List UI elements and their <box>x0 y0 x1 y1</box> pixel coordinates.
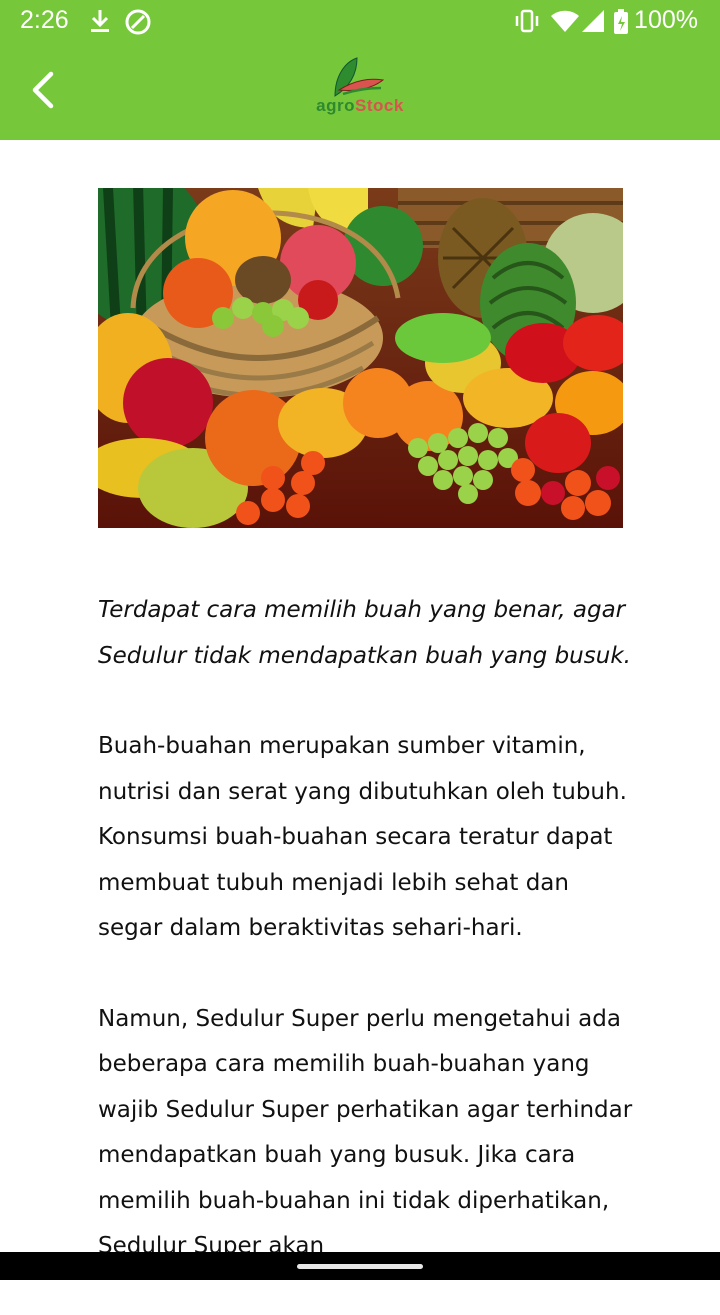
home-gesture-handle[interactable] <box>297 1264 423 1269</box>
wifi-icon <box>550 8 580 39</box>
status-bar: 2:26 100% <box>0 0 720 44</box>
vibrate-icon <box>514 8 540 39</box>
battery-percent: 100% <box>634 6 698 34</box>
system-nav-bar <box>0 1252 720 1280</box>
status-time: 2:26 <box>20 6 69 34</box>
back-button[interactable] <box>14 62 74 122</box>
logo-text-stock: Stock <box>355 96 404 115</box>
fruit-basket-image <box>98 188 623 528</box>
article-body: Terdapat cara memilih buah yang benar, a… <box>98 588 638 1315</box>
app-bar: agroStock <box>0 44 720 140</box>
leaf-logo-icon <box>334 57 385 97</box>
article-paragraph: Buah-buahan merupakan sumber vitamin, nu… <box>98 733 627 941</box>
chevron-left-icon <box>29 70 59 114</box>
logo-text-agro: agro <box>316 96 356 115</box>
signal-icon <box>582 8 606 39</box>
download-icon <box>88 8 112 39</box>
app-logo: agroStock <box>295 56 425 128</box>
battery-charging-icon <box>613 8 629 41</box>
sync-icon <box>124 8 152 41</box>
article-lead: Terdapat cara memilih buah yang benar, a… <box>98 597 631 669</box>
article-paragraph: Namun, Sedulur Super perlu mengetahui ad… <box>98 1005 633 1260</box>
